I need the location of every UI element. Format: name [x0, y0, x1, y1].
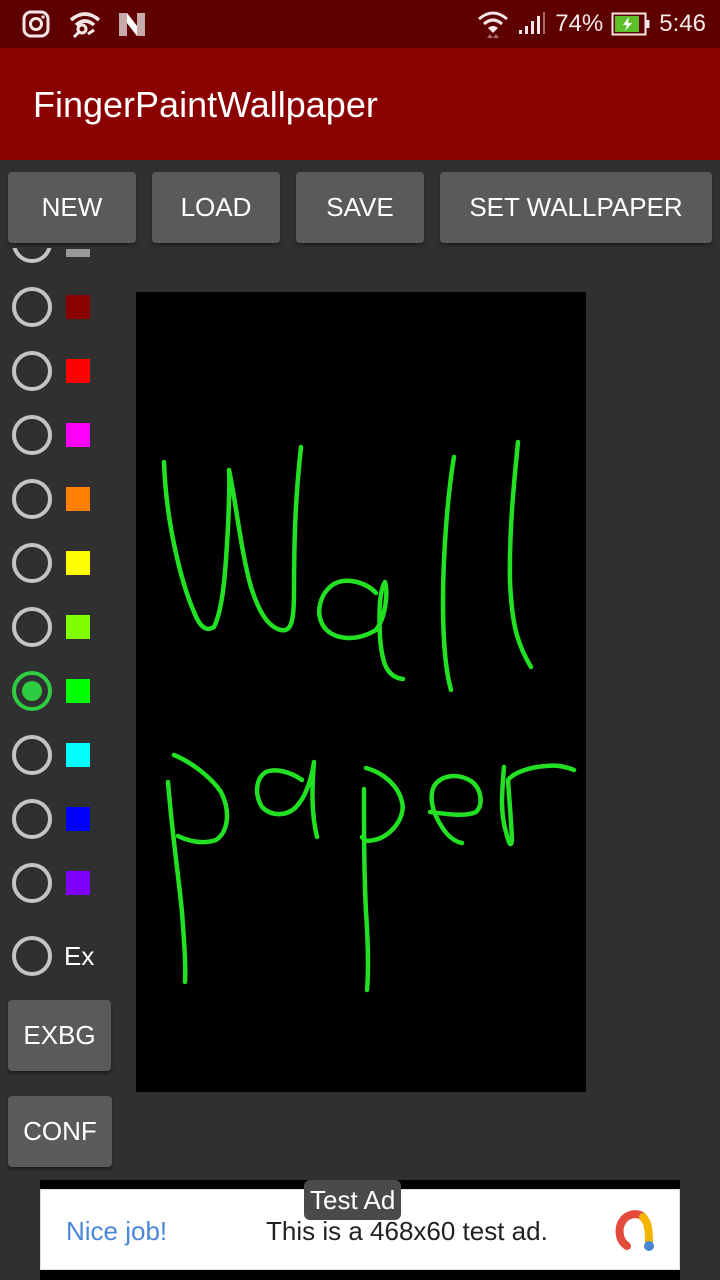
- stroke-letter-r: [499, 763, 577, 847]
- palette-item-magenta[interactable]: [0, 403, 120, 467]
- stroke-letter-p2-stem: [361, 786, 371, 993]
- n-app-icon: [119, 13, 145, 36]
- palette-item-extra[interactable]: Ex: [0, 925, 120, 989]
- palette-item-violet[interactable]: [0, 851, 120, 915]
- stroke-letter-l2: [507, 439, 534, 670]
- conf-button[interactable]: CONF: [8, 1096, 112, 1167]
- color-swatch-dark-red: [66, 295, 90, 319]
- radio-button[interactable]: [12, 936, 52, 976]
- set-wallpaper-button[interactable]: SET WALLPAPER: [440, 172, 712, 243]
- color-swatch-yellow: [66, 551, 90, 575]
- color-swatch-orange: [66, 487, 90, 511]
- radio-button[interactable]: [12, 415, 52, 455]
- color-swatch-magenta: [66, 423, 90, 447]
- color-swatch-red: [66, 359, 90, 383]
- stroke-letter-p1-bowl: [171, 752, 230, 845]
- battery-percent: 74%: [555, 10, 604, 37]
- radio-button[interactable]: [12, 248, 52, 263]
- palette-item-yellow[interactable]: [0, 531, 120, 595]
- wifi-icon: [478, 11, 509, 38]
- drawing-strokes: [161, 439, 577, 993]
- color-palette[interactable]: [0, 248, 124, 988]
- app-bar: FingerPaintWallpaper: [0, 48, 720, 160]
- ad-body[interactable]: This is a 468x60 test ad.: [266, 1216, 548, 1247]
- admob-logo-icon: [615, 1210, 654, 1251]
- palette-item-green[interactable]: [0, 659, 120, 723]
- stroke-letter-e: [427, 773, 483, 846]
- radio-button[interactable]: [12, 543, 52, 583]
- palette-item-gray[interactable]: [0, 248, 120, 275]
- radio-button[interactable]: [12, 479, 52, 519]
- radio-button[interactable]: [12, 735, 52, 775]
- color-swatch-cyan: [66, 743, 90, 767]
- color-swatch-yellow-green: [66, 615, 90, 639]
- save-button[interactable]: SAVE: [296, 172, 424, 243]
- stroke-letter-l1: [440, 454, 457, 693]
- color-swatch-violet: [66, 871, 90, 895]
- battery-charging-icon: [611, 12, 650, 36]
- palette-item-blue[interactable]: [0, 787, 120, 851]
- radio-button[interactable]: [12, 607, 52, 647]
- stroke-letter-p2-bowl: [359, 765, 405, 844]
- new-button[interactable]: NEW: [8, 172, 136, 243]
- load-button[interactable]: LOAD: [152, 172, 280, 243]
- palette-item-orange[interactable]: [0, 467, 120, 531]
- color-swatch-green: [66, 679, 90, 703]
- app-title: FingerPaintWallpaper: [33, 84, 378, 125]
- radio-button[interactable]: [12, 863, 52, 903]
- radio-button[interactable]: [12, 799, 52, 839]
- radio-button[interactable]: [12, 671, 52, 711]
- status-right: 74% 5:46: [477, 0, 706, 48]
- test-ad-badge: Test Ad: [304, 1180, 402, 1220]
- color-swatch-blue: [66, 807, 90, 831]
- extra-label: Ex: [64, 941, 95, 971]
- radio-button[interactable]: [12, 287, 52, 327]
- instagram-icon: [22, 10, 50, 38]
- signal-icon: [519, 12, 546, 34]
- radio-button[interactable]: [12, 351, 52, 391]
- color-swatch-gray: [66, 249, 90, 257]
- wifi-hotspot-icon: [69, 12, 101, 38]
- stroke-letter-a2: [254, 759, 320, 840]
- ad-headline[interactable]: Nice job!: [66, 1216, 167, 1247]
- stroke-letter-p1-stem: [165, 779, 188, 985]
- drawing-canvas[interactable]: [136, 292, 586, 1092]
- stroke-letter-w: [161, 444, 304, 633]
- palette-item-yellow-green[interactable]: [0, 595, 120, 659]
- clock: 5:46: [659, 10, 706, 37]
- status-bar: 74% 5:46: [0, 0, 720, 48]
- palette-item-dark-red[interactable]: [0, 275, 120, 339]
- exbg-button[interactable]: EXBG: [8, 1000, 111, 1071]
- stroke-letter-a: [317, 578, 406, 682]
- palette-item-red[interactable]: [0, 339, 120, 403]
- palette-item-cyan[interactable]: [0, 723, 120, 787]
